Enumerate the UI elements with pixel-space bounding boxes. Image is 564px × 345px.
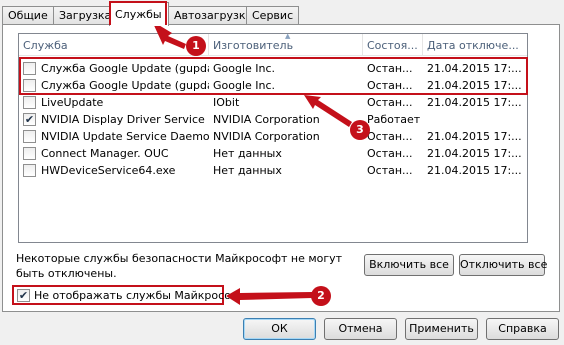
- table-row[interactable]: HWDeviceService64.exe Нет данных Остан..…: [19, 162, 527, 179]
- tab-general[interactable]: Общие: [2, 6, 54, 25]
- service-name: Служба Google Update (gupdat...: [41, 79, 209, 92]
- service-checkbox[interactable]: [23, 130, 36, 143]
- service-state: Остан...: [367, 96, 413, 109]
- apply-button[interactable]: Применить: [405, 318, 478, 340]
- service-name: LiveUpdate: [41, 96, 104, 109]
- service-name: NVIDIA Display Driver Service: [41, 113, 205, 126]
- service-date: 21.04.2015 17:...: [427, 96, 522, 109]
- tab-services[interactable]: Службы: [109, 2, 169, 26]
- service-checkbox[interactable]: [23, 147, 36, 160]
- service-checkbox[interactable]: [23, 62, 36, 75]
- hide-microsoft-services-checkbox[interactable]: ✔ Не отображать службы Майкрософт: [12, 285, 247, 305]
- hide-ms-label: Не отображать службы Майкрософт: [34, 289, 247, 302]
- table-row[interactable]: ✔ NVIDIA Display Driver Service NVIDIA C…: [19, 111, 527, 128]
- table-row[interactable]: Служба Google Update (gupdate) Google In…: [19, 60, 527, 77]
- service-state: Остан...: [367, 164, 413, 177]
- service-maker: Нет данных: [213, 147, 282, 160]
- service-maker: Google Inc.: [213, 62, 276, 75]
- column-service[interactable]: Служба: [19, 34, 209, 56]
- service-maker: Нет данных: [213, 164, 282, 177]
- service-state: Остан...: [367, 130, 413, 143]
- service-maker: NVIDIA Corporation: [213, 130, 320, 143]
- callout-1-badge: 1: [186, 36, 206, 56]
- table-row[interactable]: Служба Google Update (gupdat... Google I…: [19, 77, 527, 94]
- enable-all-button[interactable]: Включить все: [364, 254, 454, 276]
- service-checkbox[interactable]: [23, 79, 36, 92]
- table-row[interactable]: NVIDIA Update Service Daemon NVIDIA Corp…: [19, 128, 527, 145]
- service-maker: NVIDIA Corporation: [213, 113, 320, 126]
- callout-3-badge: 3: [350, 120, 370, 140]
- list-header: Служба Изготовитель Состоя... Дата отклю…: [19, 34, 527, 56]
- service-checkbox[interactable]: [23, 164, 36, 177]
- table-row[interactable]: LiveUpdate IObit Остан... 21.04.2015 17:…: [19, 94, 527, 111]
- service-name: Служба Google Update (gupdate): [41, 62, 209, 75]
- service-maker: Google Inc.: [213, 79, 276, 92]
- service-date: 21.04.2015 17:...: [427, 164, 522, 177]
- tab-tools[interactable]: Сервис: [246, 6, 299, 25]
- service-state: Работает: [367, 113, 421, 126]
- ok-button[interactable]: ОК: [243, 318, 316, 340]
- service-maker: IObit: [213, 96, 240, 109]
- hide-ms-checkbox[interactable]: ✔: [17, 289, 30, 302]
- security-note: Некоторые службы безопасности Майкрософт…: [16, 252, 343, 280]
- service-state: Остан...: [367, 62, 413, 75]
- service-date: 21.04.2015 17:...: [427, 147, 522, 160]
- service-date: 21.04.2015 17:...: [427, 62, 522, 75]
- help-button[interactable]: Справка: [486, 318, 559, 340]
- service-state: Остан...: [367, 147, 413, 160]
- tab-boot[interactable]: Загрузка: [53, 6, 111, 25]
- cancel-button[interactable]: Отмена: [324, 318, 397, 340]
- disable-all-button[interactable]: Отключить все: [459, 254, 547, 276]
- sort-arrow-icon: ▲: [285, 33, 291, 40]
- service-checkbox[interactable]: [23, 96, 36, 109]
- column-disable-date[interactable]: Дата отключе...: [423, 34, 527, 56]
- table-row[interactable]: Connect Manager. OUC Нет данных Остан...…: [19, 145, 527, 162]
- service-name: Connect Manager. OUC: [41, 147, 169, 160]
- tab-startup[interactable]: Автозагрузка: [168, 6, 252, 25]
- column-status[interactable]: Состоя...: [363, 34, 423, 56]
- service-state: Остан...: [367, 79, 413, 92]
- service-checkbox[interactable]: ✔: [23, 113, 36, 126]
- service-date: 21.04.2015 17:...: [427, 130, 522, 143]
- service-name: NVIDIA Update Service Daemon: [41, 130, 209, 143]
- service-date: 21.04.2015 17:...: [427, 79, 522, 92]
- service-name: HWDeviceService64.exe: [41, 164, 176, 177]
- services-list[interactable]: Служба Изготовитель Состоя... Дата отклю…: [18, 33, 528, 243]
- callout-2-badge: 2: [311, 286, 331, 306]
